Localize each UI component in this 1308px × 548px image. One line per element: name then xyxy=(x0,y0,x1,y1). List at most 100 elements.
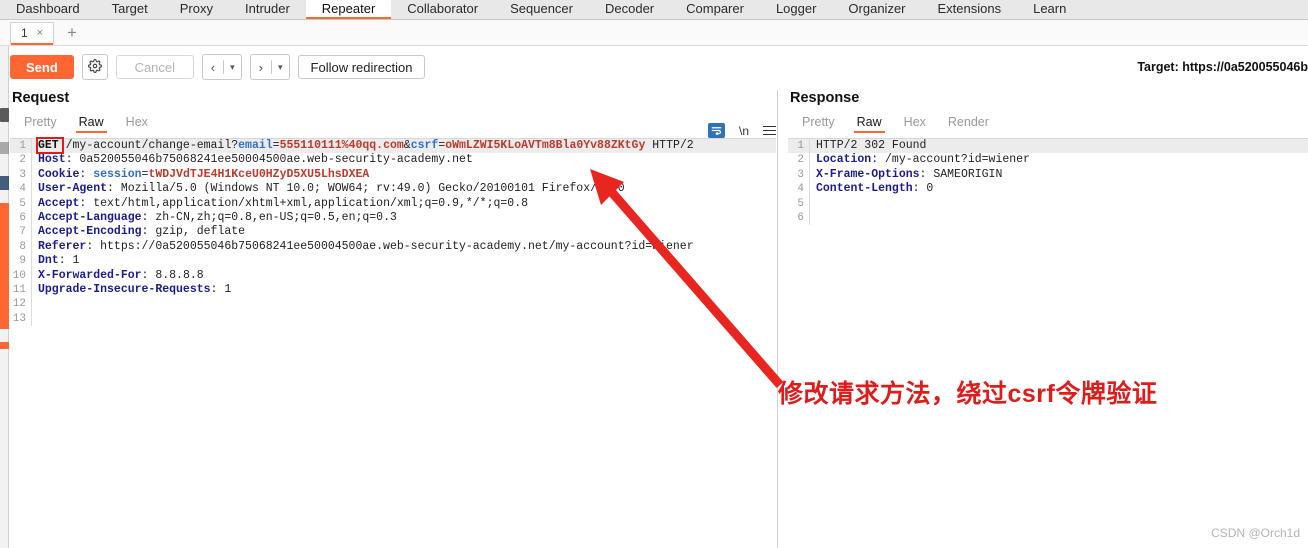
next-request-button[interactable]: › ▾ xyxy=(249,54,290,80)
code-token: csrf xyxy=(410,139,439,152)
main-tab-intruder[interactable]: Intruder xyxy=(229,0,306,19)
request-editor[interactable]: 1 GET /my-account/change-email?email=5551… xyxy=(10,137,776,533)
main-tab-decoder[interactable]: Decoder xyxy=(589,0,670,19)
code-text: Cookie: session=tWDJVdTJE4H1KceU0HZyD5XU… xyxy=(32,168,369,182)
code-token: X-Frame-Options xyxy=(816,167,920,181)
line-number: 6 xyxy=(788,210,810,226)
code-token: Host xyxy=(38,153,66,167)
code-line: 4 Content-Length: 0 xyxy=(788,182,1308,197)
main-tab-organizer[interactable]: Organizer xyxy=(832,0,921,19)
main-tab-dashboard[interactable]: Dashboard xyxy=(0,0,96,19)
code-token: : zh-CN,zh;q=0.8,en-US;q=0.5,en;q=0.3 xyxy=(141,210,397,224)
code-line: 11 Upgrade-Insecure-Requests: 1 xyxy=(10,282,776,298)
request-view-tab-pretty[interactable]: Pretty xyxy=(24,113,57,133)
code-line: 5 Accept: text/html,application/xhtml+xml… xyxy=(10,196,776,211)
code-line: 2 Location: /my-account?id=wiener xyxy=(788,153,1308,168)
main-tab-logger[interactable]: Logger xyxy=(760,0,832,19)
previous-request-button[interactable]: ‹ ▾ xyxy=(201,54,242,80)
request-editor-tools: \n xyxy=(707,123,776,138)
request-view-tab-hex[interactable]: Hex xyxy=(126,113,148,133)
newline-toggle[interactable]: \n xyxy=(739,124,749,138)
rail-icon-1[interactable] xyxy=(0,108,9,122)
main-tab-learn[interactable]: Learn xyxy=(1017,0,1082,19)
code-token: User-Agent xyxy=(38,182,108,196)
main-tab-collaborator[interactable]: Collaborator xyxy=(391,0,494,19)
code-token: Location xyxy=(816,153,872,167)
add-tab-icon[interactable]: + xyxy=(67,24,77,41)
follow-redirection-button[interactable]: Follow redirection xyxy=(297,55,426,79)
line-number: 10 xyxy=(10,268,32,283)
code-line: 5 xyxy=(788,196,1308,211)
code-token: : 1 xyxy=(210,282,232,296)
hamburger-menu-icon[interactable] xyxy=(763,125,776,136)
code-token: tWDJVdTJE4H1KceU0HZyD5XU5LhsDXEA xyxy=(148,167,370,181)
rail-scrollbar-thumb[interactable] xyxy=(0,203,9,329)
chevron-down-icon[interactable]: ▾ xyxy=(272,62,289,73)
line-number: 2 xyxy=(788,153,810,168)
main-tab-sequencer[interactable]: Sequencer xyxy=(494,0,589,19)
code-text: X-Forwarded-For: 8.8.8.8 xyxy=(32,269,204,283)
watermark: CSDN @Orch1d xyxy=(1211,526,1300,540)
main-tab-proxy[interactable]: Proxy xyxy=(164,0,229,19)
line-number: 12 xyxy=(10,297,32,312)
response-editor[interactable]: 1 HTTP/2 302 Found 2 Location: /my-account?… xyxy=(788,138,1308,533)
code-token: : text/html,application/xhtml+xml,applic… xyxy=(79,196,528,210)
rail-icon-3[interactable] xyxy=(0,176,9,190)
main-tab-comparer[interactable]: Comparer xyxy=(670,0,760,19)
code-token: : Mozilla/5.0 (Windows NT 10.0; WOW64; r… xyxy=(107,182,625,196)
code-text: Accept: text/html,application/xhtml+xml,… xyxy=(32,197,528,211)
request-panel-title: Request xyxy=(12,90,70,106)
code-token: /my-account/change-email? xyxy=(65,139,239,152)
cancel-button[interactable]: Cancel xyxy=(115,55,194,79)
repeater-action-toolbar: Send Cancel ‹ ▾ › ▾ Follow redirection xyxy=(10,52,426,82)
response-view-tab-raw[interactable]: Raw xyxy=(853,113,885,133)
response-view-tab-pretty[interactable]: Pretty xyxy=(802,113,835,133)
rail-indicator xyxy=(0,342,9,349)
response-panel-title: Response xyxy=(790,90,860,106)
request-panel: Request Pretty Raw Hex \n 1 GET /my-account… xyxy=(10,90,776,533)
repeater-tab-1[interactable]: 1 × xyxy=(10,21,54,45)
code-token: : 8.8.8.8 xyxy=(141,268,204,282)
chevron-left-icon: ‹ xyxy=(210,59,216,75)
code-token: X-Forwarded-For xyxy=(38,268,142,282)
line-number: 13 xyxy=(10,311,32,327)
line-number: 5 xyxy=(788,196,810,211)
code-token: : https://0a520055046b75068241ee50004500… xyxy=(86,239,694,253)
code-text: Accept-Encoding: gzip, deflate xyxy=(32,225,245,239)
code-text: Upgrade-Insecure-Requests: 1 xyxy=(32,283,231,297)
code-token: oWmLZWI5KLoAVTm8Bla0Yv88ZKtGy xyxy=(445,139,646,152)
response-view-tab-hex[interactable]: Hex xyxy=(904,113,926,133)
line-number: 4 xyxy=(10,182,32,197)
code-line: 3 Cookie: session=tWDJVdTJE4H1KceU0HZyD5X… xyxy=(10,167,776,183)
rail-icon-2[interactable] xyxy=(0,142,9,154)
send-button[interactable]: Send xyxy=(10,55,74,79)
panel-divider[interactable] xyxy=(777,90,778,548)
code-text: Referer: https://0a520055046b75068241ee5… xyxy=(32,240,694,254)
response-view-tab-render[interactable]: Render xyxy=(948,113,989,133)
code-token: Accept-Encoding xyxy=(38,225,142,239)
request-view-tabs: Pretty Raw Hex xyxy=(10,112,776,134)
word-wrap-icon[interactable] xyxy=(707,123,725,138)
code-line: 4 User-Agent: Mozilla/5.0 (Windows NT 10.… xyxy=(10,182,776,197)
main-tab-target[interactable]: Target xyxy=(96,0,164,19)
settings-gear-button[interactable] xyxy=(81,54,108,80)
line-number: 2 xyxy=(10,153,32,168)
code-line: 6 Accept-Language: zh-CN,zh;q=0.8,en-US;q… xyxy=(10,210,776,226)
code-token: : 0 xyxy=(912,182,934,196)
code-token: Upgrade-Insecure-Requests xyxy=(38,282,211,296)
code-token: HTTP/2 302 Found xyxy=(816,139,927,152)
main-tab-extensions[interactable]: Extensions xyxy=(922,0,1018,19)
code-token: : 1 xyxy=(58,254,80,268)
main-tab-repeater[interactable]: Repeater xyxy=(305,0,392,19)
code-token: : SAMEORIGIN xyxy=(919,167,1003,181)
close-icon[interactable]: × xyxy=(37,27,43,39)
request-view-tab-raw[interactable]: Raw xyxy=(75,113,107,133)
code-token: = xyxy=(272,139,280,152)
line-number: 5 xyxy=(10,196,32,211)
code-token: : 0a520055046b75068241ee50004500ae.web-s… xyxy=(65,153,473,167)
code-text: Content-Length: 0 xyxy=(810,182,933,196)
chevron-down-icon[interactable]: ▾ xyxy=(224,62,241,73)
